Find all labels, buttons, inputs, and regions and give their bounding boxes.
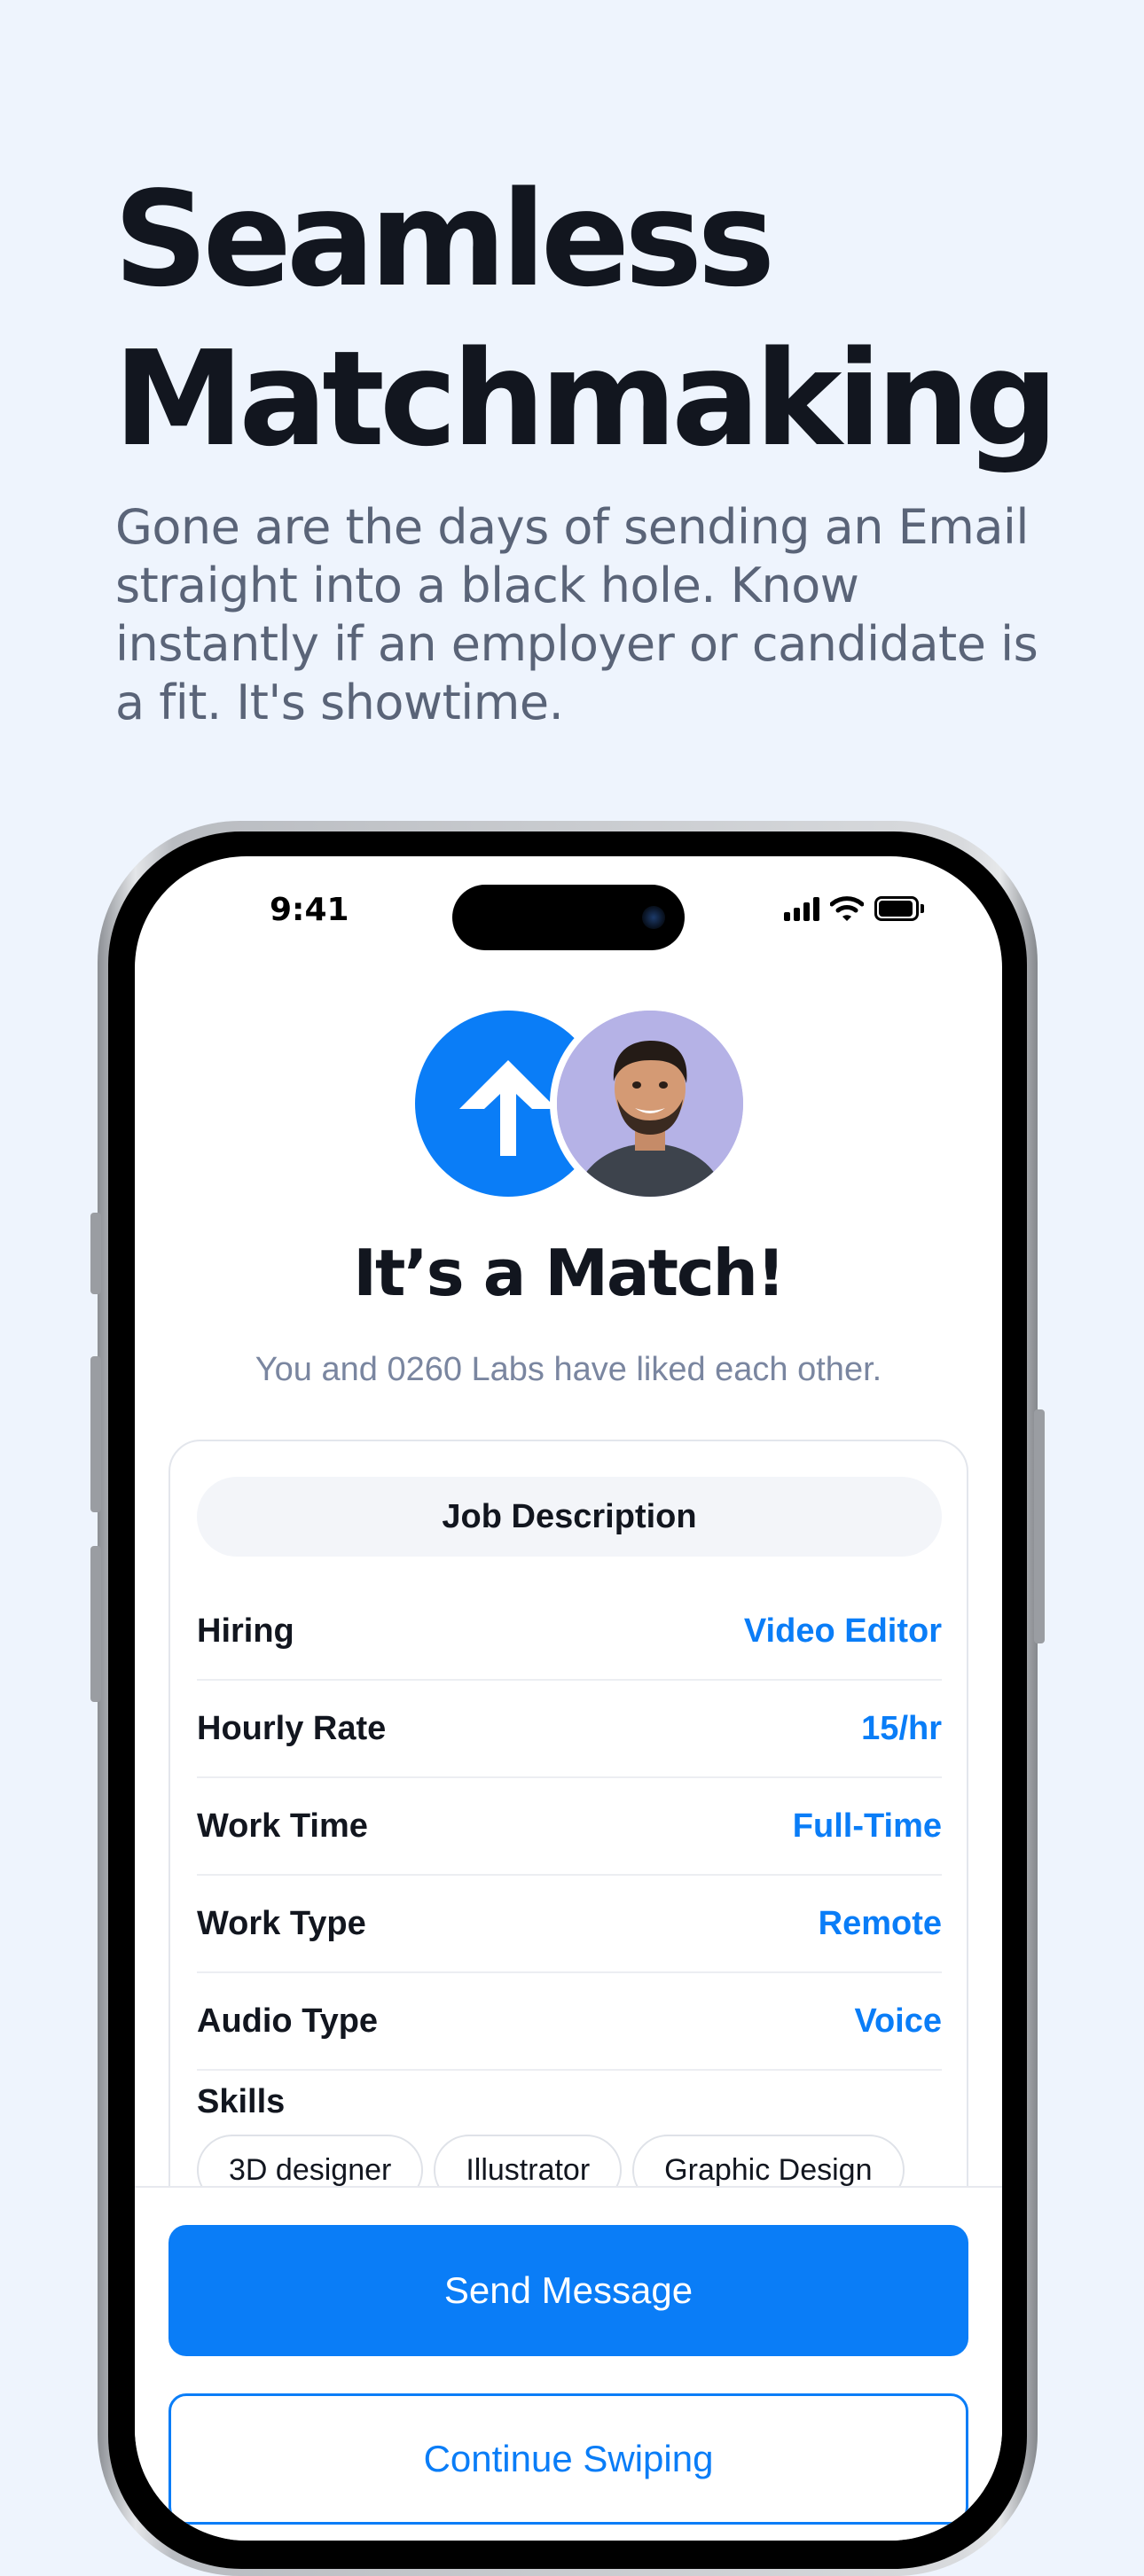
continue-swiping-button[interactable]: Continue Swiping <box>168 2393 968 2525</box>
power-button <box>1034 1409 1045 1643</box>
detail-value: Voice <box>854 2002 942 2040</box>
person-photo-icon <box>557 1011 743 1197</box>
detail-label: Hourly Rate <box>197 1709 387 1747</box>
headline-line-2: Matchmaking <box>114 323 1059 475</box>
detail-label: Work Type <box>197 1904 366 1942</box>
volume-up-button <box>90 1356 101 1512</box>
match-subtitle: You and 0260 Labs have liked each other. <box>255 1351 882 1388</box>
action-panel: Send Message Continue Swiping <box>135 2186 1002 2541</box>
wifi-icon <box>830 896 864 921</box>
detail-value: 15/hr <box>861 1709 942 1747</box>
volume-down-button <box>90 1546 101 1702</box>
camera-icon <box>642 906 665 929</box>
job-description-header: Job Description <box>197 1477 942 1557</box>
detail-value: Full-Time <box>792 1807 942 1845</box>
detail-label: Work Time <box>197 1807 368 1845</box>
detail-label: Audio Type <box>197 2002 379 2040</box>
cellular-signal-icon <box>784 896 819 921</box>
status-time: 9:41 <box>270 892 349 928</box>
skills-label: Skills <box>197 2083 286 2120</box>
detail-row-work-time: Work Time Full-Time <box>197 1778 942 1876</box>
headline-line-1: Seamless <box>114 163 775 316</box>
page-headline: Seamless Matchmaking <box>114 160 1059 479</box>
detail-value: Video Editor <box>743 1612 942 1650</box>
phone-screen: 9:41 It’s a Match! You and 0260 Labs hav… <box>135 856 1002 2541</box>
match-title: It’s a Match! <box>353 1236 786 1310</box>
dynamic-island <box>452 885 685 950</box>
battery-icon <box>874 896 924 921</box>
action-button <box>90 1213 101 1294</box>
status-icons <box>784 895 924 922</box>
detail-value: Remote <box>818 1904 942 1942</box>
detail-row-audio-type: Audio Type Voice <box>197 1973 942 2071</box>
detail-row-work-type: Work Type Remote <box>197 1876 942 1973</box>
detail-row-hiring: Hiring Video Editor <box>197 1583 942 1681</box>
detail-row-hourly-rate: Hourly Rate 15/hr <box>197 1681 942 1778</box>
avatar <box>550 1003 750 1204</box>
detail-label: Hiring <box>197 1612 294 1650</box>
send-message-button[interactable]: Send Message <box>168 2225 968 2356</box>
page-description: Gone are the days of sending an Email st… <box>115 499 1038 730</box>
